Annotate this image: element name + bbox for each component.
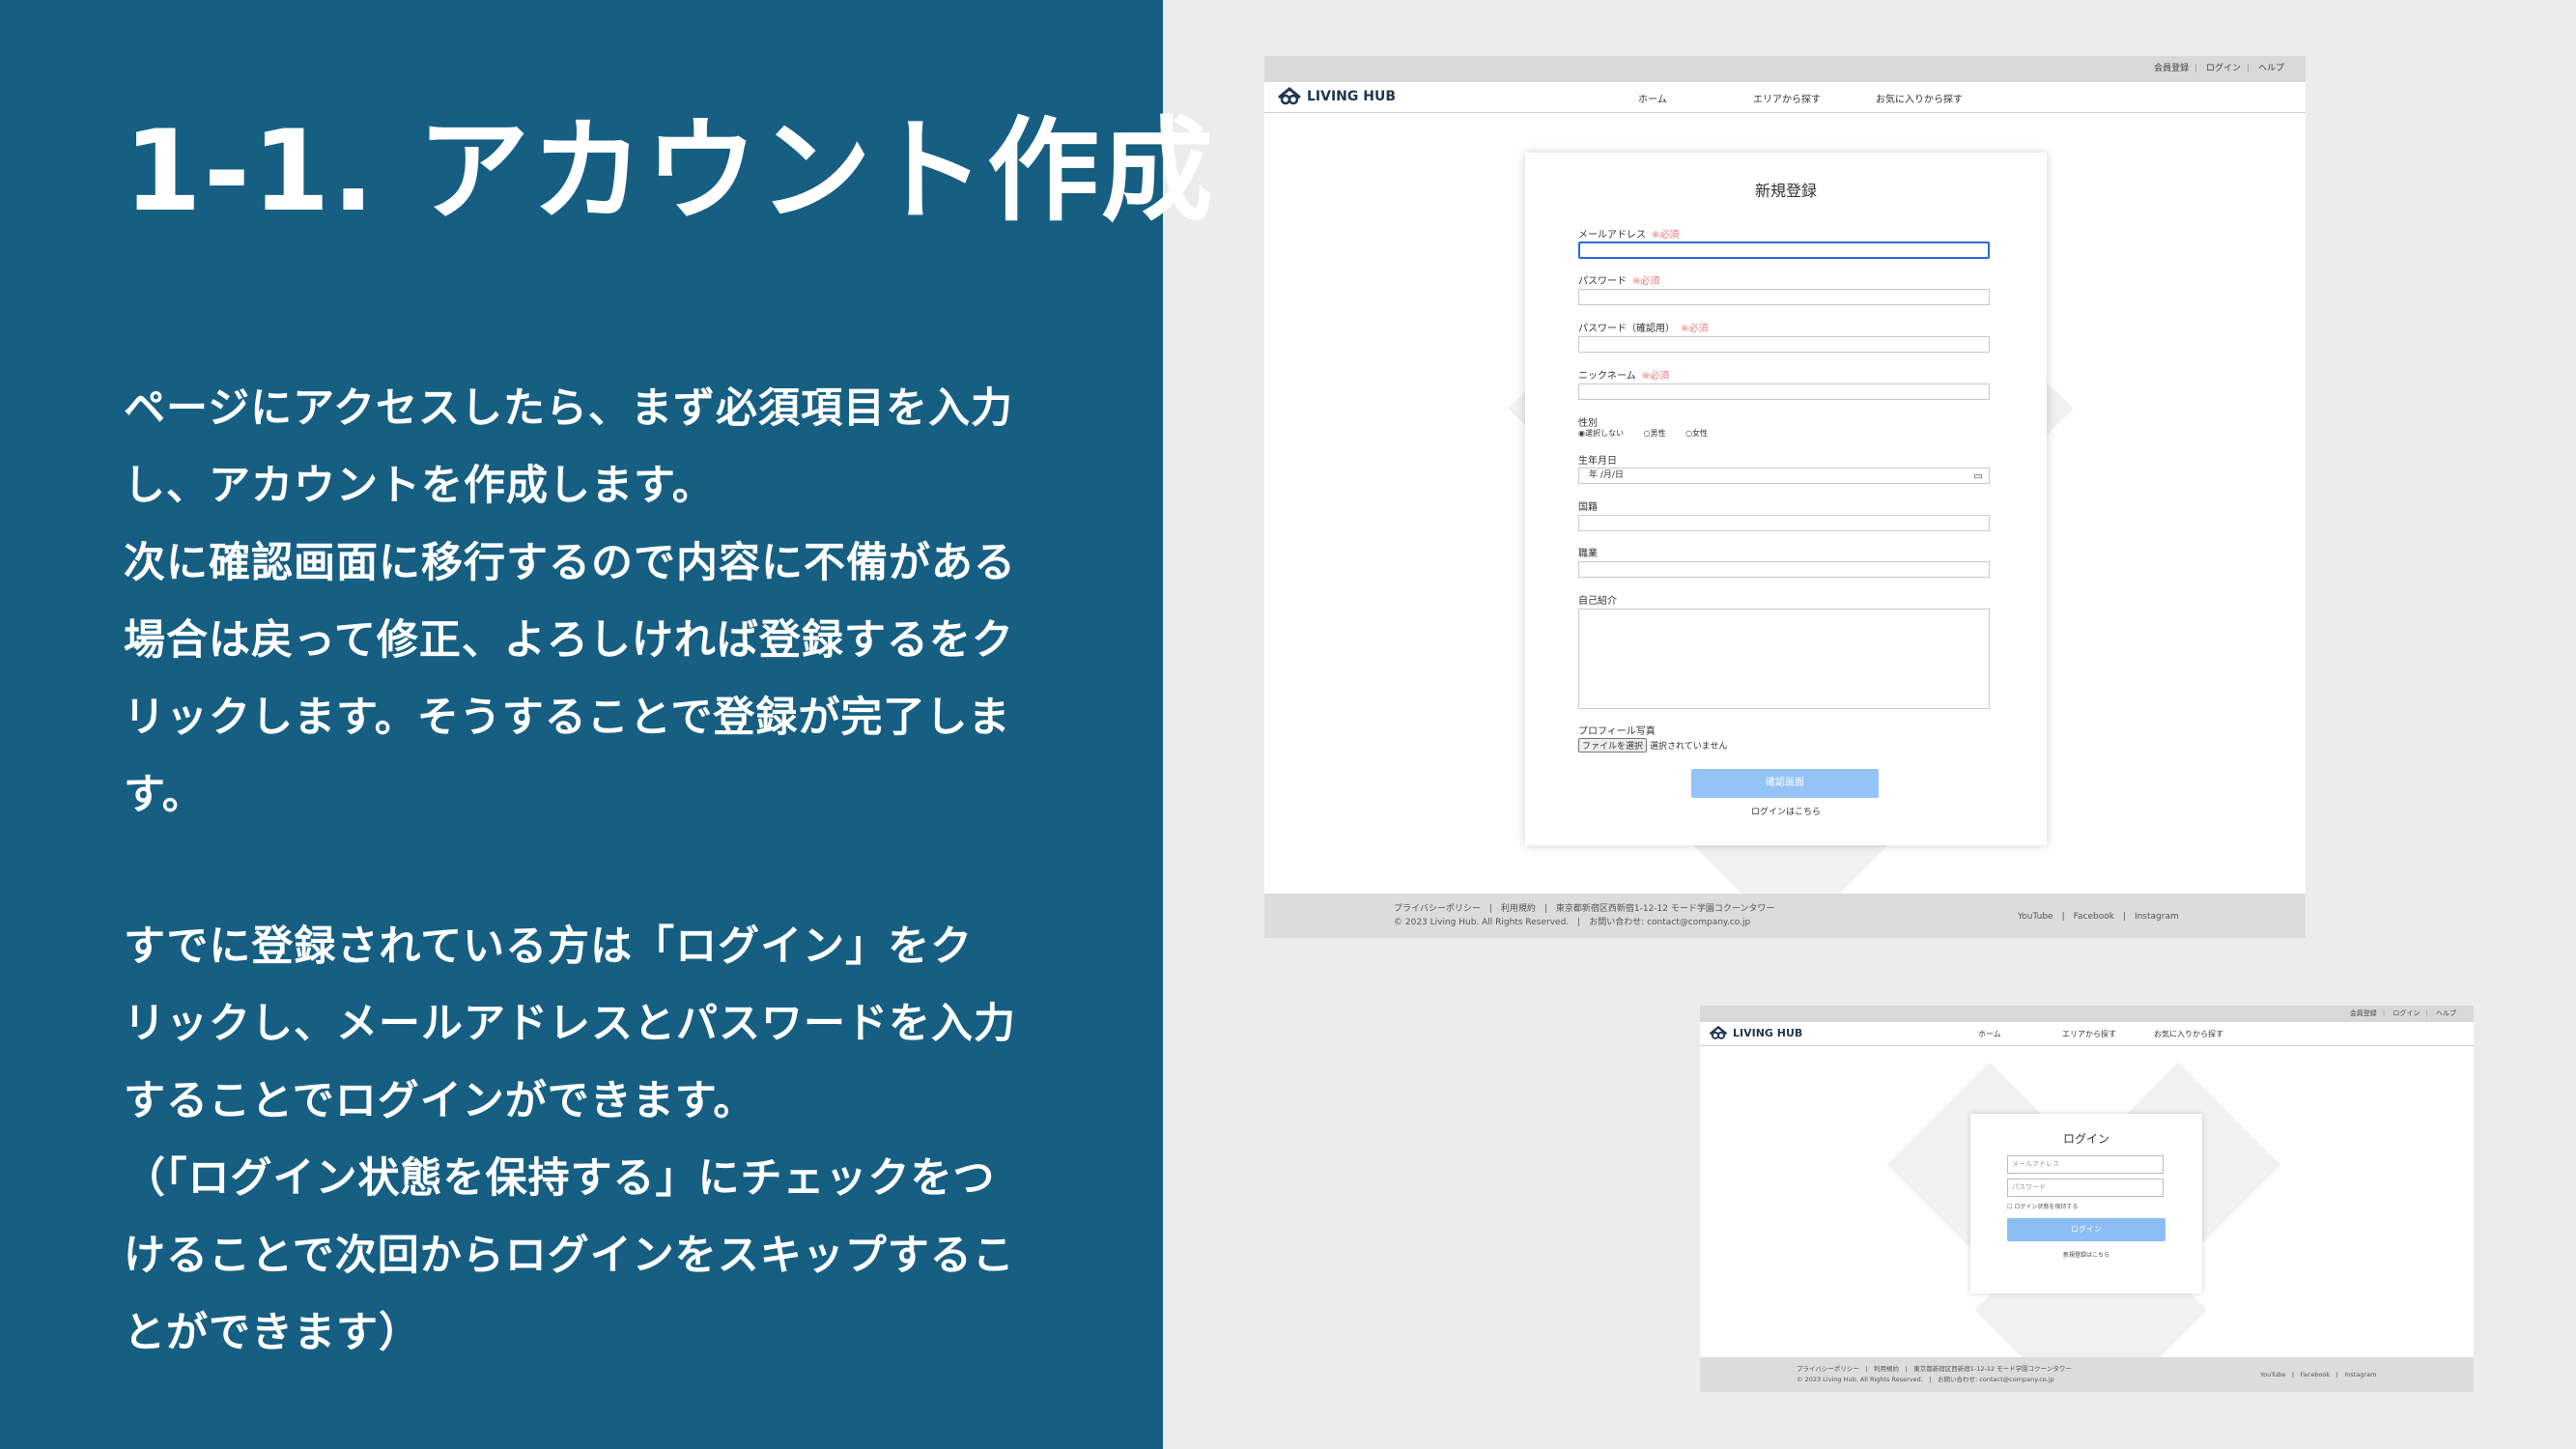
- gender-label: 性別: [1578, 418, 1598, 429]
- text-line: けることで次回からログインをスキップするこ: [124, 1232, 1015, 1280]
- nickname-label: ニックネーム ※必須: [1578, 371, 1670, 382]
- photo-file-input: ファイルを選択 選択されていません: [1578, 738, 1727, 753]
- utility-bar: 会員登録 | ログイン | ヘルプ: [1264, 56, 2306, 82]
- nickname-input[interactable]: [1578, 384, 1990, 400]
- text-line: （「ログイン状態を保持する」にチェックをつ: [124, 1154, 996, 1203]
- footer-links[interactable]: プライバシーポリシー | 利用規約 | 東京都新宿区西新宿1-12-12 モード…: [1797, 1363, 2072, 1373]
- topbar-link-register[interactable]: 会員登録: [2154, 64, 2189, 73]
- login-link[interactable]: ログインはこちら: [1525, 805, 2047, 817]
- text-line: 場合は戻って修正、よろしければ登録するをク: [124, 616, 1014, 665]
- occupation-label: 職業: [1578, 549, 1598, 559]
- login-form-card: ログイン メールアドレス パスワード ☐ ログイン状態を保持する ログイン 新規…: [1970, 1114, 2202, 1293]
- footer-links[interactable]: プライバシーポリシー | 利用規約 | 東京都新宿区西新宿1-12-12 モード…: [1394, 901, 1774, 914]
- gender-radio-female[interactable]: ○女性: [1685, 429, 1708, 438]
- text-line: することでログインができます。: [124, 1077, 756, 1125]
- site-footer: プライバシーポリシー | 利用規約 | 東京都新宿区西新宿1-12-12 モード…: [1700, 1357, 2474, 1392]
- bio-label: 自己紹介: [1578, 596, 1617, 607]
- text-line: リックします。そうすることで登録が完了しま: [124, 694, 1011, 742]
- explanation-panel: 1-1. アカウント作成 ページにアクセスしたら、まず必須項目を入力 し、アカウ…: [0, 0, 1213, 1449]
- bio-textarea[interactable]: [1578, 609, 1990, 709]
- register-form-card: 新規登録 メールアドレス ※必須 パスワード ※必須 パスワード（確認用） ※必須 ニ…: [1525, 153, 2047, 845]
- email-input[interactable]: メールアドレス: [2007, 1155, 2164, 1174]
- footer-social-links[interactable]: YouTube | Facebook | Instagram: [2260, 1369, 2376, 1378]
- footer-copyright: © 2023 Living Hub. All Rights Reserved. …: [1797, 1376, 2054, 1383]
- photo-label: プロフィール写真: [1578, 726, 1656, 737]
- date-placeholder: 年 /月/日: [1589, 470, 1624, 480]
- login-button[interactable]: ログイン: [2007, 1218, 2166, 1241]
- login-instructions-paragraph: すでに登録されている方は「ログイン」をク リックし、メールアドレスとパスワードを…: [124, 908, 1041, 1372]
- site-logo[interactable]: LIVING HUB: [1276, 86, 1396, 107]
- house-logo-icon: [1278, 87, 1301, 105]
- password-input[interactable]: パスワード: [2007, 1179, 2164, 1197]
- login-page-screenshot: 会員登録 | ログイン | ヘルプ LIVING HUB ホーム エリアから探す お…: [1700, 1006, 2474, 1392]
- file-status: 選択されていません: [1650, 742, 1728, 752]
- site-logo[interactable]: LIVING HUB: [1708, 1025, 1802, 1041]
- password-input[interactable]: [1578, 289, 1990, 305]
- nationality-label: 国籍: [1578, 502, 1598, 513]
- email-input[interactable]: [1578, 242, 1990, 259]
- brand-name: LIVING HUB: [1307, 89, 1397, 104]
- site-footer: プライバシーポリシー | 利用規約 | 東京都新宿区西新宿1-12-12 モード…: [1264, 894, 2306, 938]
- birthday-date-input[interactable]: 年 /月/日 ▭: [1578, 468, 1990, 484]
- text-line: し、アカウントを作成します。: [124, 462, 715, 510]
- utility-bar: 会員登録 | ログイン | ヘルプ: [1700, 1006, 2474, 1022]
- confirm-button[interactable]: 確認画面: [1691, 769, 1879, 798]
- topbar-link-register[interactable]: 会員登録: [2350, 1009, 2377, 1017]
- password-label: パスワード ※必須: [1578, 276, 1660, 287]
- register-page-screenshot: 会員登録 | ログイン | ヘルプ LIVING HUB ホーム エリアから探す お…: [1264, 56, 2306, 938]
- nav-search-area[interactable]: エリアから探す: [1753, 91, 1821, 105]
- text-line: リックし、メールアドレスとパスワードを入力: [124, 1000, 1016, 1048]
- calendar-icon[interactable]: ▭: [1974, 469, 1983, 484]
- remember-me-label: ログイン状態を保持する: [2014, 1204, 2079, 1210]
- birthday-label: 生年月日: [1578, 456, 1617, 467]
- house-logo-icon: [1709, 1025, 1728, 1039]
- topbar-link-login[interactable]: ログイン: [2206, 64, 2241, 73]
- register-link[interactable]: 新規登録はこちら: [1970, 1250, 2202, 1259]
- occupation-input[interactable]: [1578, 561, 1990, 578]
- gender-radio-group: ◉選択しない ○男性 ○女性: [1578, 428, 1725, 439]
- topbar-link-help[interactable]: ヘルプ: [2436, 1009, 2456, 1017]
- password-confirm-label: パスワード（確認用） ※必須: [1578, 324, 1709, 334]
- instructions-paragraph: ページにアクセスしたら、まず必須項目を入力 し、アカウントを作成します。 次に確…: [124, 370, 1041, 834]
- slide-title: 1-1. アカウント作成: [124, 106, 1216, 237]
- text-line: ページにアクセスしたら、まず必須項目を入力: [124, 384, 1013, 433]
- footer-copyright: © 2023 Living Hub. All Rights Reserved. …: [1394, 918, 1751, 927]
- email-label: メールアドレス ※必須: [1578, 230, 1680, 241]
- main-nav: LIVING HUB ホーム エリアから探す お気に入りから探す: [1700, 1022, 2474, 1046]
- text-line: す。: [124, 771, 205, 819]
- topbar-link-help[interactable]: ヘルプ: [2258, 64, 2284, 73]
- nav-search-area[interactable]: エリアから探す: [2062, 1029, 2116, 1039]
- text-line: 次に確認画面に移行するので内容に不備がある: [124, 539, 1016, 587]
- footer-social-links[interactable]: YouTube | Facebook | Instagram: [2018, 909, 2179, 922]
- checkbox-icon[interactable]: ☐: [2007, 1204, 2012, 1210]
- text-line: とができます）: [124, 1309, 421, 1357]
- nav-home[interactable]: ホーム: [1978, 1029, 2001, 1039]
- file-select-button[interactable]: ファイルを選択: [1578, 738, 1648, 753]
- gender-radio-none[interactable]: ◉選択しない: [1578, 429, 1624, 438]
- password-confirm-input[interactable]: [1578, 336, 1990, 353]
- nav-search-favorites[interactable]: お気に入りから探す: [1876, 91, 1963, 105]
- text-line: すでに登録されている方は「ログイン」をク: [124, 923, 974, 971]
- nav-search-favorites[interactable]: お気に入りから探す: [2154, 1029, 2223, 1039]
- nationality-input[interactable]: [1578, 515, 1990, 531]
- nav-home[interactable]: ホーム: [1638, 91, 1667, 105]
- brand-name: LIVING HUB: [1733, 1027, 1803, 1039]
- gender-radio-male[interactable]: ○男性: [1644, 429, 1666, 438]
- topbar-link-login[interactable]: ログイン: [2392, 1009, 2420, 1017]
- form-title: ログイン: [2062, 1132, 2109, 1146]
- remember-me-checkbox[interactable]: ☐ ログイン状態を保持する: [2007, 1202, 2078, 1210]
- form-title: 新規登録: [1754, 182, 1817, 200]
- main-nav: LIVING HUB ホーム エリアから探す お気に入りから探す: [1264, 82, 2306, 113]
